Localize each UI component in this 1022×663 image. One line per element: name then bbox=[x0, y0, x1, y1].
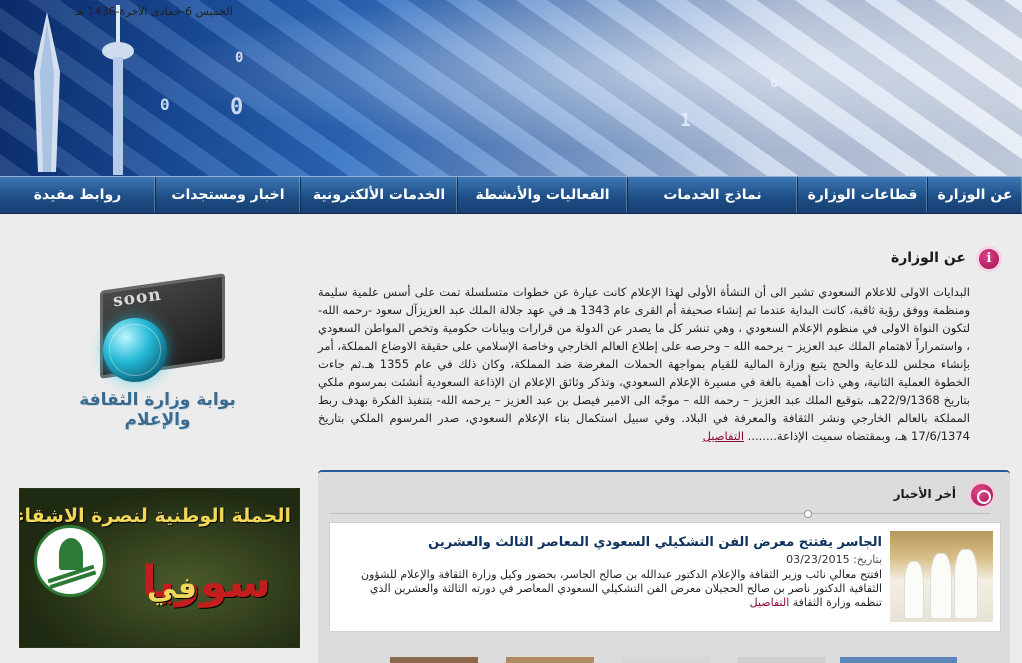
news-photo[interactable] bbox=[890, 531, 993, 622]
globe-graphic bbox=[103, 318, 167, 382]
date-label: الخميس 6-جمادى الأخرة-1436 هـ bbox=[75, 5, 233, 18]
about-title: عن الوزارة bbox=[890, 250, 966, 266]
header-banner: 0 0 0 1 0 الخميس 6-جمادى الأخرة-1436 هـ bbox=[0, 0, 1022, 176]
nav-item-about[interactable]: عن الوزارة bbox=[927, 177, 1022, 213]
news-thumbnail[interactable] bbox=[840, 657, 957, 663]
campaign-fi: في bbox=[147, 571, 197, 606]
news-date: بتاريخ: 03/23/2015 bbox=[786, 553, 882, 566]
digit-decoration: 1 bbox=[680, 110, 691, 131]
portal-promo[interactable]: soon بوابة وزارة الثقافة والإعلام bbox=[55, 273, 260, 430]
news-date-label: بتاريخ: bbox=[853, 553, 882, 566]
campaign-title: الحملة الوطنية لنصرة الاشقاء bbox=[19, 505, 291, 527]
news-body: افتتح معالي نائب وزير الثقافة والإعلام ا… bbox=[345, 568, 882, 610]
about-text: البدايات الاولى للاعلام السعودي تشير الى… bbox=[318, 283, 970, 445]
digit-decoration: 0 bbox=[160, 95, 170, 114]
kingdom-tower-graphic bbox=[34, 12, 60, 172]
person-figure bbox=[954, 549, 978, 619]
news-thumbnail[interactable] bbox=[390, 657, 478, 663]
news-headline[interactable]: الجاسر يفتتح معرض الفن التشكيلي السعودي … bbox=[428, 535, 882, 550]
nav-item-sectors[interactable]: قطاعات الوزارة bbox=[797, 177, 927, 213]
nav-item-service-forms[interactable]: نماذج الخدمات bbox=[627, 177, 797, 213]
news-divider bbox=[330, 513, 990, 514]
main-nav: عن الوزارة قطاعات الوزارة نماذج الخدمات … bbox=[0, 176, 1022, 214]
news-date-value: 03/23/2015 bbox=[786, 553, 850, 566]
emblem-icon bbox=[34, 525, 106, 597]
nav-item-events[interactable]: الفعاليات والأنشطة bbox=[457, 177, 627, 213]
nav-item-news[interactable]: اخبار ومستجدات bbox=[155, 177, 300, 213]
nav-item-links[interactable]: روابط مفيدة bbox=[0, 177, 155, 213]
portal-label: بوابة وزارة الثقافة والإعلام bbox=[79, 390, 236, 430]
news-thumbnail[interactable] bbox=[622, 657, 710, 663]
person-figure bbox=[930, 553, 952, 619]
news-body-text: افتتح معالي نائب وزير الثقافة والإعلام ا… bbox=[361, 568, 882, 609]
campaign-banner[interactable]: الحملة الوطنية لنصرة الاشقاء سوريا في bbox=[19, 488, 300, 648]
news-thumbnail[interactable] bbox=[506, 657, 594, 663]
about-body: البدايات الاولى للاعلام السعودي تشير الى… bbox=[318, 285, 971, 443]
nav-item-eservices[interactable]: الخدمات الألكترونية bbox=[300, 177, 457, 213]
digit-decoration: 0 bbox=[235, 50, 244, 66]
news-more-link[interactable]: التفاصيل bbox=[750, 596, 790, 609]
news-pager-dot[interactable] bbox=[804, 510, 812, 518]
news-thumbnail[interactable] bbox=[738, 657, 826, 663]
tv-tower-graphic bbox=[102, 5, 134, 175]
news-globe-icon bbox=[968, 481, 996, 509]
digit-decoration: 0 bbox=[230, 95, 244, 120]
person-figure bbox=[904, 561, 924, 619]
digit-decoration: 0 bbox=[770, 75, 779, 91]
news-title: أخر الأخبار bbox=[893, 487, 956, 501]
about-more-link[interactable]: التفاصيل bbox=[703, 429, 744, 443]
info-icon: i bbox=[976, 246, 1002, 272]
